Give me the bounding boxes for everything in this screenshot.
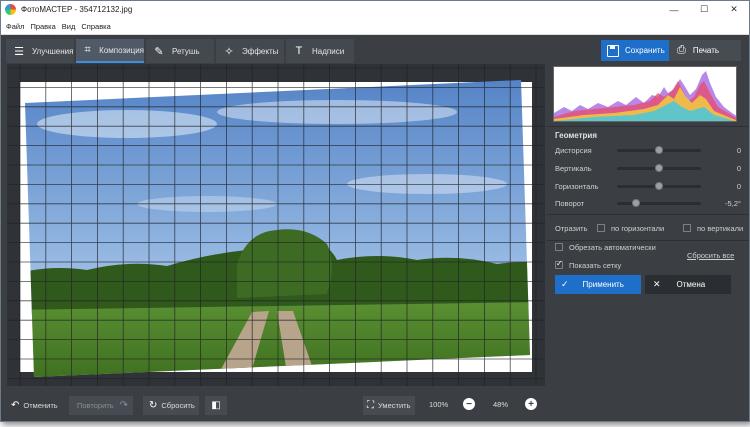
print-button[interactable]: ⎙ Печать <box>669 40 741 61</box>
checkmark-icon: ✓ <box>561 279 569 289</box>
slider-thumb[interactable] <box>655 145 663 154</box>
cancel-button[interactable]: ✕ Отмена <box>645 275 731 294</box>
zoom-out-button[interactable]: − <box>463 398 475 410</box>
undo-label: Отменить <box>23 401 58 410</box>
show-grid-checkbox[interactable] <box>555 259 563 269</box>
photo-canvas[interactable] <box>7 64 545 386</box>
flip-horizontal-checkbox[interactable] <box>597 224 605 232</box>
rotation-slider-row: Поворот -5,2° <box>555 197 741 209</box>
tab-retouch[interactable]: ✎ Ретушь <box>146 39 214 63</box>
top-toolbar: ☰ Улучшения ⌗ Композиция ✎ Ретушь ✧ Эффе… <box>1 35 749 64</box>
menu-help[interactable]: Справка <box>81 22 110 31</box>
maximize-button[interactable]: ☐ <box>689 1 719 18</box>
flip-vertical-label[interactable]: по вертикали <box>697 224 743 233</box>
horizontal-slider[interactable] <box>617 181 701 190</box>
wand-icon: ✧ <box>224 45 234 58</box>
crop-icon: ⌗ <box>84 43 91 56</box>
geometry-heading: Геометрия <box>555 131 598 140</box>
zoom-100-button[interactable]: 100% <box>429 400 448 409</box>
slider-thumb[interactable] <box>655 163 663 172</box>
show-grid-label[interactable]: Показать сетку <box>569 261 621 270</box>
printer-icon: ⎙ <box>677 44 686 56</box>
show-grid-row: Показать сетку <box>555 259 745 271</box>
menu-view[interactable]: Вид <box>62 22 76 31</box>
menu-edit[interactable]: Правка <box>30 22 55 31</box>
distortion-slider-row: Дисторсия 0 <box>555 144 741 156</box>
floppy-disk-icon <box>607 44 619 57</box>
minimize-button[interactable]: — <box>659 1 689 18</box>
text-icon: T <box>295 45 303 57</box>
slider-thumb[interactable] <box>632 198 641 207</box>
apply-label: Применить <box>582 280 624 289</box>
fit-screen-icon: ⛶ <box>367 400 374 411</box>
rotation-value: -5,2° <box>725 198 741 208</box>
divider <box>547 214 749 215</box>
horizontal-label: Горизонталь <box>555 181 599 191</box>
vertical-value: 0 <box>736 163 741 173</box>
reflect-label: Отразить <box>555 223 588 233</box>
bottom-toolbar: ↶ Отменить Повторить ↷ ↻ Сбросить ◧ ⛶ Ум… <box>1 391 547 421</box>
reset-button[interactable]: ↻ Сбросить <box>143 396 199 415</box>
tab-label: Композиция <box>99 45 144 55</box>
menu-bar: Файл Правка Вид Справка <box>1 18 749 35</box>
apply-button[interactable]: ✓ Применить <box>555 275 641 294</box>
fit-button[interactable]: ⛶ Уместить <box>363 396 415 415</box>
menu-file[interactable]: Файл <box>6 22 24 31</box>
flip-vertical-checkbox[interactable] <box>683 224 691 232</box>
cancel-label: Отмена <box>676 280 706 289</box>
fit-label: Уместить <box>378 401 411 410</box>
distortion-label: Дисторсия <box>555 145 592 155</box>
zoom-level: 48% <box>493 400 509 409</box>
undo-icon: ↶ <box>11 400 20 411</box>
photo-preview <box>7 64 545 386</box>
redo-label: Повторить <box>77 401 114 410</box>
reset-icon: ↻ <box>149 400 158 411</box>
tab-composition[interactable]: ⌗ Композиция <box>76 39 144 63</box>
app-logo-icon <box>5 4 16 15</box>
app-window: ФотоМАСТЕР - 354712132.jpg — ☐ ✕ Файл Пр… <box>0 0 750 422</box>
distortion-slider[interactable] <box>617 145 701 154</box>
zoom-in-button[interactable]: + <box>525 398 537 410</box>
print-label: Печать <box>692 46 720 55</box>
redo-icon: ↷ <box>119 400 128 411</box>
save-button[interactable]: Сохранить <box>601 40 669 61</box>
reflect-row: Отразить по горизонтали по вертикали <box>555 222 745 234</box>
distortion-value: 0 <box>736 145 741 155</box>
tab-label: Эффекты <box>242 46 279 56</box>
settings-panel: Геометрия Дисторсия 0 Вертикаль 0 Горизо… <box>547 64 749 421</box>
vertical-label: Вертикаль <box>555 163 592 173</box>
vertical-slider-row: Вертикаль 0 <box>555 162 741 174</box>
histogram <box>553 66 737 122</box>
save-label: Сохранить <box>625 46 665 55</box>
tab-label: Надписи <box>312 46 345 56</box>
sliders-icon: ☰ <box>14 45 24 58</box>
vertical-slider[interactable] <box>617 163 701 172</box>
horizontal-value: 0 <box>736 181 741 191</box>
title-bar: ФотоМАСТЕР - 354712132.jpg — ☐ ✕ <box>1 1 749 18</box>
compare-icon: ◧ <box>211 400 221 411</box>
window-title: ФотоМАСТЕР - 354712132.jpg <box>21 5 133 14</box>
tab-label: Улучшения <box>32 46 74 56</box>
auto-crop-label[interactable]: Обрезать автоматически <box>569 243 656 252</box>
redo-button[interactable]: Повторить ↷ <box>69 396 133 415</box>
close-button[interactable]: ✕ <box>719 1 749 18</box>
tab-label: Ретушь <box>172 46 200 56</box>
rotated-photo <box>25 80 530 377</box>
horizontal-slider-row: Горизонталь 0 <box>555 180 741 192</box>
flip-horizontal-label[interactable]: по горизонтали <box>611 224 683 233</box>
slider-thumb[interactable] <box>655 181 663 190</box>
close-icon: ✕ <box>653 279 661 289</box>
rotation-label: Поворот <box>555 198 585 208</box>
brush-icon: ✎ <box>154 45 164 58</box>
tab-captions[interactable]: T Надписи <box>286 39 354 63</box>
auto-crop-checkbox[interactable] <box>555 243 563 251</box>
divider <box>547 126 749 127</box>
rotation-slider[interactable] <box>617 198 701 207</box>
compare-button[interactable]: ◧ <box>205 396 227 415</box>
undo-button[interactable]: ↶ Отменить <box>7 396 65 415</box>
tab-enhancements[interactable]: ☰ Улучшения <box>6 39 74 63</box>
tab-effects[interactable]: ✧ Эффекты <box>216 39 284 63</box>
reset-label: Сбросить <box>161 401 195 410</box>
